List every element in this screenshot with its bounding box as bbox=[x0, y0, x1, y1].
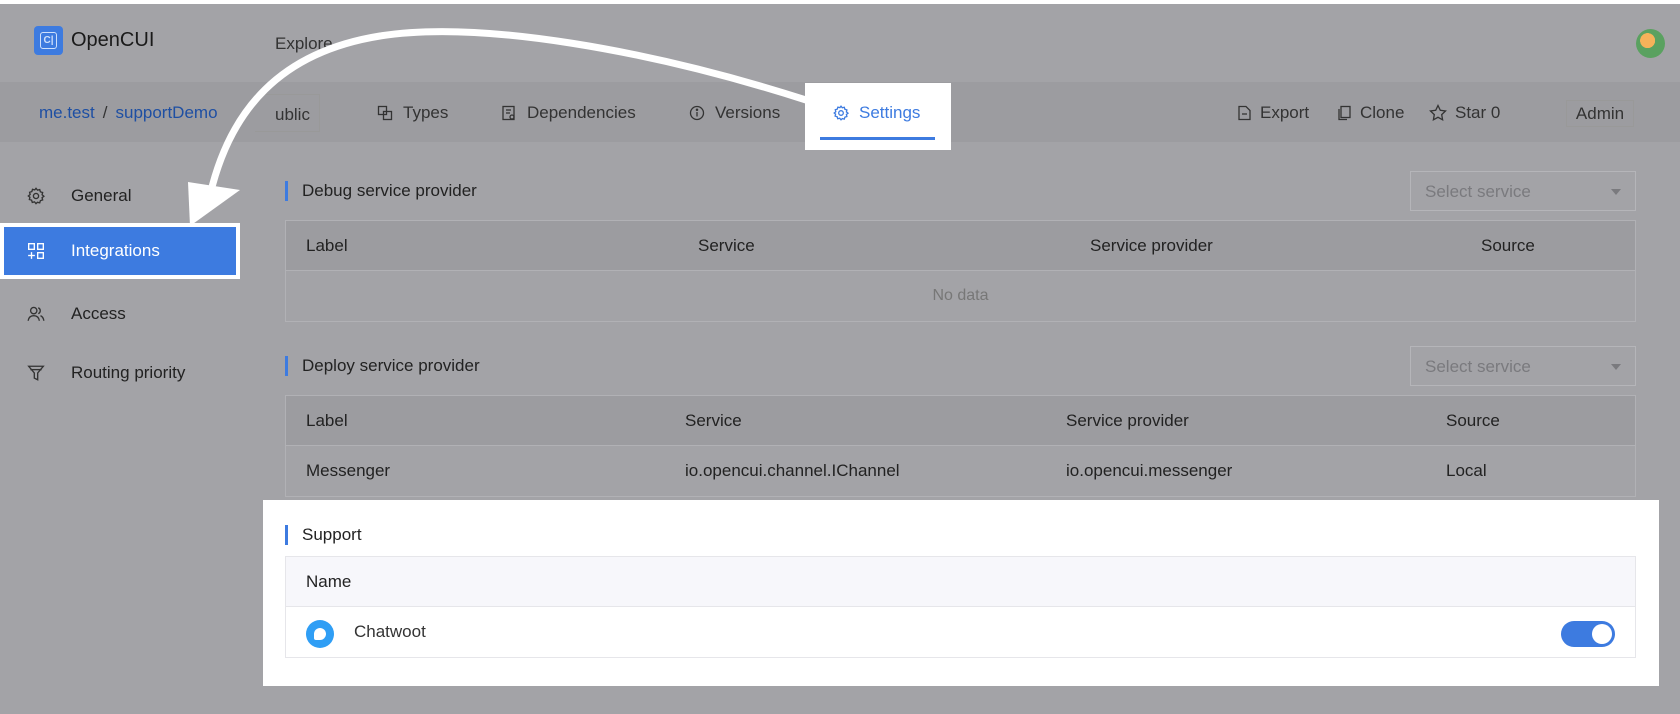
tab-types[interactable]: Types bbox=[377, 103, 448, 123]
column-header: Service provider bbox=[1090, 236, 1213, 255]
star-label: Star 0 bbox=[1455, 103, 1501, 122]
breadcrumb-separator: / bbox=[102, 103, 108, 122]
sidebar-item-label: Access bbox=[71, 304, 126, 323]
table-row: Chatwoot bbox=[286, 607, 1635, 657]
select-placeholder: Select service bbox=[1425, 182, 1531, 201]
empty-row: No data bbox=[286, 271, 1635, 321]
row-label: Messenger bbox=[306, 461, 391, 480]
logo-icon: C| bbox=[34, 26, 63, 55]
empty-text: No data bbox=[932, 287, 989, 304]
column-header: Name bbox=[306, 572, 352, 591]
admin-button[interactable]: Admin bbox=[1566, 100, 1634, 127]
debug-table: Label Service Service provider Source No… bbox=[285, 220, 1636, 322]
chevron-down-icon bbox=[1611, 189, 1621, 195]
file-icon bbox=[1238, 105, 1251, 121]
row-source: Local bbox=[1446, 461, 1487, 480]
star-button[interactable]: Star 0 bbox=[1429, 103, 1500, 123]
funnel-icon bbox=[27, 365, 45, 381]
column-header: Service bbox=[685, 411, 742, 430]
logo-text: OpenCUI bbox=[71, 29, 155, 51]
debug-service-select[interactable]: Select service bbox=[1410, 171, 1636, 211]
logo[interactable]: C| OpenCUI bbox=[34, 26, 154, 55]
info-icon bbox=[689, 105, 705, 121]
export-label: Export bbox=[1260, 103, 1310, 122]
sidebar-item-integrations[interactable]: Integrations bbox=[0, 223, 240, 279]
dependencies-icon bbox=[502, 105, 515, 121]
tab-versions[interactable]: Versions bbox=[689, 103, 780, 123]
support-section-title: Support bbox=[285, 525, 362, 545]
export-button[interactable]: Export bbox=[1237, 103, 1309, 123]
breadcrumb-project[interactable]: supportDemo bbox=[115, 103, 217, 122]
tab-label: Types bbox=[403, 103, 449, 122]
column-header: Label bbox=[306, 236, 348, 255]
table-row[interactable]: Messenger io.opencui.channel.IChannel io… bbox=[286, 446, 1635, 496]
sidebar-item-routing-priority[interactable]: Routing priority bbox=[0, 345, 240, 401]
tab-label: Settings bbox=[859, 103, 921, 122]
chatwoot-toggle[interactable] bbox=[1561, 621, 1615, 647]
column-header: Source bbox=[1446, 411, 1500, 430]
avatar[interactable] bbox=[1636, 29, 1665, 58]
clone-button[interactable]: Clone bbox=[1337, 103, 1404, 123]
deploy-service-select[interactable]: Select service bbox=[1410, 346, 1636, 386]
column-header: Service bbox=[698, 236, 755, 255]
debug-section-title: Debug service provider bbox=[285, 181, 477, 201]
types-icon bbox=[377, 105, 393, 121]
table-header: Name bbox=[286, 557, 1635, 607]
sidebar-item-label: General bbox=[71, 186, 132, 205]
deploy-section-title: Deploy service provider bbox=[285, 356, 480, 376]
breadcrumb-org[interactable]: me.test bbox=[39, 103, 95, 122]
sidebar-item-access[interactable]: Access bbox=[0, 286, 240, 342]
column-header: Label bbox=[306, 411, 348, 430]
integrations-icon bbox=[28, 243, 44, 259]
tab-label: Dependencies bbox=[527, 103, 636, 122]
column-header: Service provider bbox=[1066, 411, 1189, 430]
star-icon bbox=[1429, 104, 1447, 122]
sidebar-item-label: Integrations bbox=[71, 241, 160, 260]
clone-label: Clone bbox=[1360, 103, 1405, 122]
chatwoot-icon bbox=[306, 620, 334, 648]
row-provider: io.opencui.messenger bbox=[1066, 461, 1233, 480]
sidebar-item-label: Routing priority bbox=[71, 363, 186, 382]
top-bar bbox=[0, 4, 1680, 82]
table-header: Label Service Service provider Source bbox=[286, 396, 1635, 446]
users-icon bbox=[27, 306, 45, 321]
table-header: Label Service Service provider Source bbox=[286, 221, 1635, 271]
copy-icon bbox=[1338, 105, 1351, 121]
deploy-table: Label Service Service provider Source Me… bbox=[285, 395, 1636, 497]
sidebar-item-general[interactable]: General bbox=[0, 168, 240, 224]
breadcrumb: me.test / supportDemo bbox=[39, 103, 218, 123]
gear-icon bbox=[833, 105, 849, 121]
integration-name: Chatwoot bbox=[354, 622, 426, 641]
visibility-badge: ublic bbox=[255, 94, 320, 132]
support-panel: Support Name Chatwoot bbox=[263, 500, 1659, 686]
gear-icon bbox=[27, 187, 45, 205]
tab-dependencies[interactable]: Dependencies bbox=[501, 103, 636, 123]
explore-link[interactable]: Explore bbox=[275, 34, 333, 54]
support-table: Name Chatwoot bbox=[285, 556, 1636, 658]
chevron-down-icon bbox=[1611, 364, 1621, 370]
select-placeholder: Select service bbox=[1425, 357, 1531, 376]
column-header: Source bbox=[1481, 236, 1535, 255]
tab-settings[interactable]: Settings bbox=[805, 83, 951, 150]
row-service: io.opencui.channel.IChannel bbox=[685, 461, 900, 480]
tab-label: Versions bbox=[715, 103, 781, 122]
active-tab-indicator bbox=[820, 137, 935, 140]
